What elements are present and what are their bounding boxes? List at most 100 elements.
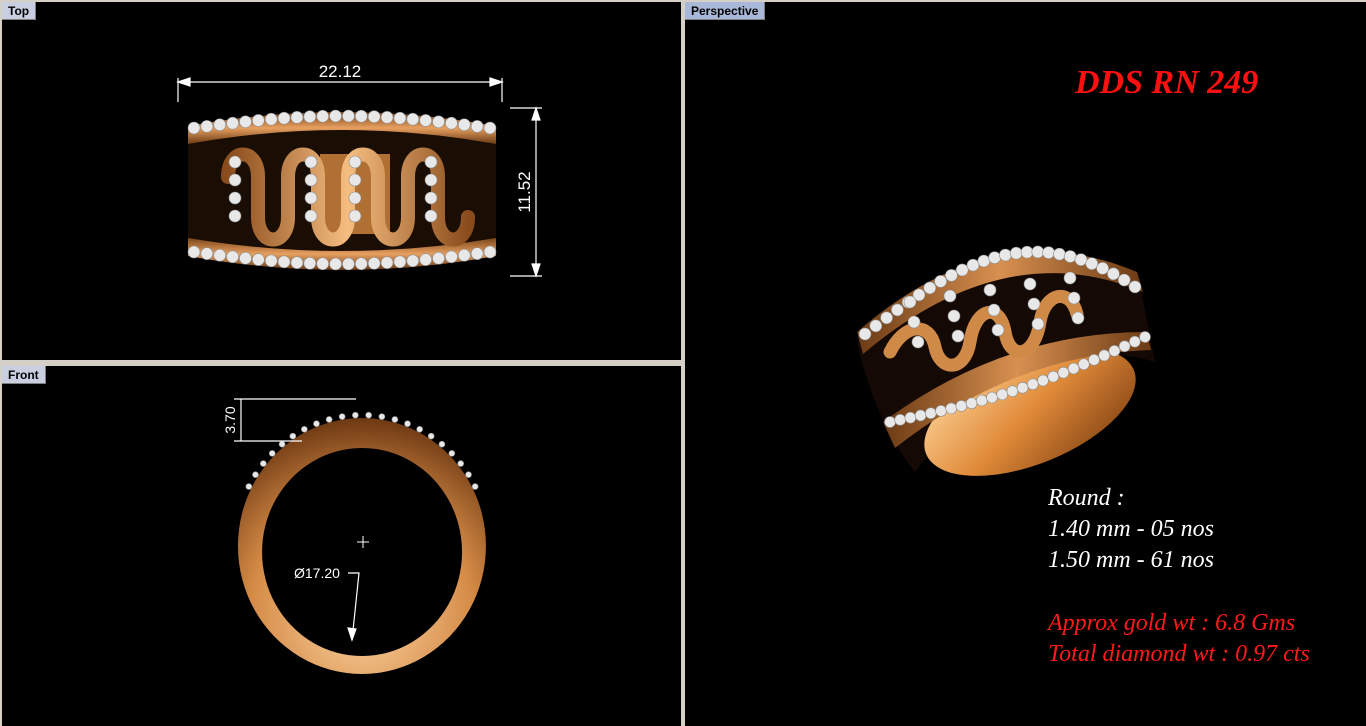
diamond-stone <box>1009 246 1023 260</box>
diamond-stone <box>290 256 304 269</box>
ring-top-render <box>187 109 497 271</box>
diamond-stone <box>427 432 435 440</box>
diamond-stone <box>252 471 259 478</box>
diamond-stone <box>955 263 969 277</box>
perspective-viewport[interactable]: Perspective DDS RN 249 Round : 1.40 mm -… <box>685 2 1366 726</box>
front-viewport-label[interactable]: Front <box>2 366 46 384</box>
diamond-stone <box>342 257 355 271</box>
diamond-stone <box>465 471 472 478</box>
diamond-stone <box>448 450 456 457</box>
diamond-stone <box>1037 374 1049 387</box>
stones-heading: Round : <box>1048 485 1125 511</box>
diamond-stone <box>304 209 318 223</box>
diamond-stone <box>264 112 278 126</box>
diamond-stone <box>457 118 471 132</box>
diamond-stone <box>313 420 320 428</box>
diamond-stone <box>986 391 998 404</box>
diamond-stone <box>925 407 937 420</box>
diamond-stone <box>304 191 318 205</box>
diamond-stone <box>226 250 239 264</box>
diamond-stone <box>338 413 346 420</box>
diamond-weight: Total diamond wt : 0.97 cts <box>1048 641 1310 667</box>
top-viewport[interactable]: Top 22.12 11.52 <box>2 2 681 360</box>
diamond-stone <box>200 120 214 133</box>
diamond-stone <box>438 440 446 448</box>
diamond-stone <box>445 116 458 130</box>
diamond-stone <box>945 269 958 282</box>
diamond-stone <box>316 109 329 123</box>
diamond-stone <box>1016 381 1029 394</box>
diamond-stone <box>1047 370 1060 383</box>
diamond-stone <box>1107 267 1120 281</box>
diamond-stone <box>228 209 242 223</box>
diamond-stone <box>1074 253 1088 266</box>
diamond-stone <box>424 155 438 169</box>
diamond-stone <box>483 121 497 135</box>
diamond-stone <box>380 256 394 269</box>
diamond-stone <box>445 250 458 264</box>
diamond-stone <box>1128 280 1142 294</box>
diamond-stone <box>355 109 368 123</box>
diamond-stone <box>316 257 329 271</box>
diamond-stone <box>301 425 308 433</box>
diamond-stone <box>1006 385 1019 397</box>
diamond-stone <box>1057 366 1070 379</box>
diamond-stone <box>894 414 906 426</box>
diamond-stone <box>1027 297 1041 311</box>
diamond-stone <box>869 319 883 333</box>
diamond-stone <box>406 254 420 268</box>
diamond-stone <box>348 173 362 187</box>
diamond-stone <box>289 432 297 440</box>
diamond-stone <box>348 209 362 223</box>
diamond-stone <box>923 281 937 295</box>
diamond-stone <box>1031 317 1045 331</box>
stone-line-1: 1.40 mm - 05 nos <box>1048 516 1214 542</box>
front-viewport[interactable]: Front 3.70 Ø17.20 <box>2 366 681 726</box>
diamond-stone <box>911 335 925 349</box>
center-marker <box>357 536 369 548</box>
diamond-stone <box>239 251 252 265</box>
gold-weight: Approx gold wt : 6.8 Gms <box>1048 610 1296 636</box>
ring-front-render <box>237 411 486 674</box>
diamond-stone <box>977 254 991 268</box>
diamond-stone <box>303 110 317 123</box>
diamond-stone <box>914 409 927 422</box>
diamond-stone <box>907 315 921 329</box>
diamond-stone <box>988 251 1001 264</box>
diamond-stone <box>213 118 227 132</box>
diamond-stone <box>432 115 445 129</box>
diamond-stone <box>943 289 957 303</box>
diamond-stone <box>470 120 484 133</box>
diamond-stone <box>432 251 445 265</box>
diamond-stone <box>393 111 407 125</box>
diamond-stone <box>252 114 265 127</box>
diamond-stone <box>966 258 980 272</box>
diamond-stone <box>1042 246 1055 259</box>
diamond-stone <box>904 411 917 424</box>
diamond-stone <box>329 257 342 271</box>
diamond-stone <box>955 400 968 412</box>
diamond-stone <box>367 257 381 270</box>
diamond-stone <box>365 411 372 419</box>
diamond-stone <box>951 329 965 343</box>
diameter-label: Ø17.20 <box>294 565 340 581</box>
diamond-stone <box>260 460 267 467</box>
perspective-viewport-label[interactable]: Perspective <box>685 2 766 20</box>
diamond-stone <box>1139 331 1151 343</box>
diamond-stone <box>419 114 432 127</box>
diamond-stone <box>1096 262 1109 275</box>
ring-perspective-render <box>857 245 1155 476</box>
diamond-stone <box>304 155 318 169</box>
top-viewport-label[interactable]: Top <box>2 2 37 20</box>
diamond-stone <box>1071 311 1085 325</box>
diamond-stone <box>934 275 947 288</box>
diamond-stone <box>277 255 291 269</box>
diamond-stone <box>378 413 386 420</box>
diamond-stone <box>858 327 872 341</box>
diamond-stone <box>1063 271 1077 285</box>
diamond-stone <box>278 440 286 448</box>
diamond-stone <box>348 155 362 169</box>
diamond-stone <box>228 191 242 205</box>
diamond-stone <box>483 245 497 259</box>
diamond-stone <box>935 405 947 417</box>
